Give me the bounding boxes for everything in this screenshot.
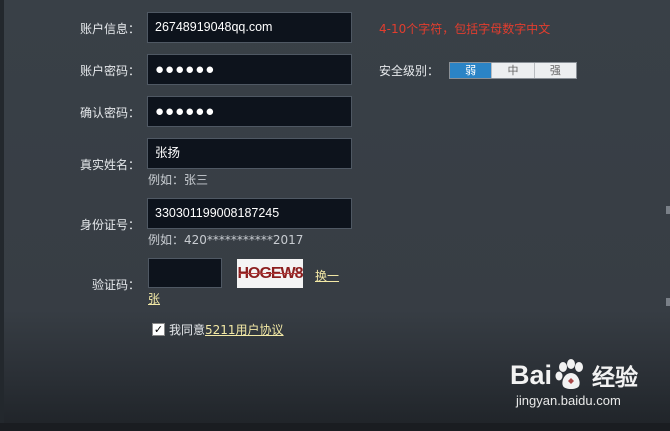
captcha-image[interactable]: HOGEW8 (237, 259, 303, 288)
refresh-captcha-link[interactable]: 换一 (315, 267, 339, 284)
strength-meter: 弱 中 强 (449, 62, 577, 79)
left-border (0, 0, 4, 431)
captcha-label: 验证码： (91, 278, 140, 292)
password-label: 账户密码： (80, 64, 141, 78)
scroll-marker (666, 206, 670, 214)
paw-icon (555, 359, 584, 389)
watermark-url: jingyan.baidu.com (516, 393, 621, 408)
idcard-input[interactable]: 330301199008187245 (147, 198, 352, 229)
confirm-password-label: 确认密码： (80, 106, 141, 120)
agreement-prefix: 我同意 (169, 323, 206, 337)
strength-label: 安全级别： (379, 64, 440, 78)
confirm-password-input[interactable]: ●●●●●● (147, 96, 352, 127)
strength-strong: 强 (533, 63, 576, 78)
watermark-jingyan: 经验 (592, 364, 639, 390)
password-input[interactable]: ●●●●●● (147, 54, 352, 85)
scroll-marker (666, 298, 670, 306)
account-label: 账户信息： (80, 22, 141, 36)
account-hint: 4-10个字符，包括字母数字中文 (379, 22, 551, 36)
agreement-checkbox[interactable]: ✓ (152, 323, 165, 336)
account-input[interactable]: 26748919048qq.com (147, 12, 352, 43)
refresh-captcha-link-cont[interactable]: 张 (148, 290, 160, 307)
idcard-example: 例如：420***********2017 (148, 233, 304, 247)
strength-weak: 弱 (450, 63, 492, 78)
strength-medium: 中 (491, 63, 534, 78)
realname-example: 例如：张三 (148, 173, 209, 187)
realname-label: 真实姓名： (80, 158, 141, 172)
agreement-link[interactable]: 5211用户协议 (205, 321, 284, 338)
baidu-jingyan-watermark: Bai 经验 jingyan.baidu.com (510, 358, 638, 408)
idcard-label: 身份证号： (80, 218, 141, 232)
captcha-input[interactable] (148, 258, 222, 288)
watermark-logo-text: Bai (510, 359, 553, 390)
realname-input[interactable]: 张扬 (147, 138, 352, 169)
captcha-noise-line (239, 273, 301, 274)
bottom-border (0, 423, 670, 431)
agreement-row: ✓ 我同意 5211用户协议 (152, 321, 284, 338)
